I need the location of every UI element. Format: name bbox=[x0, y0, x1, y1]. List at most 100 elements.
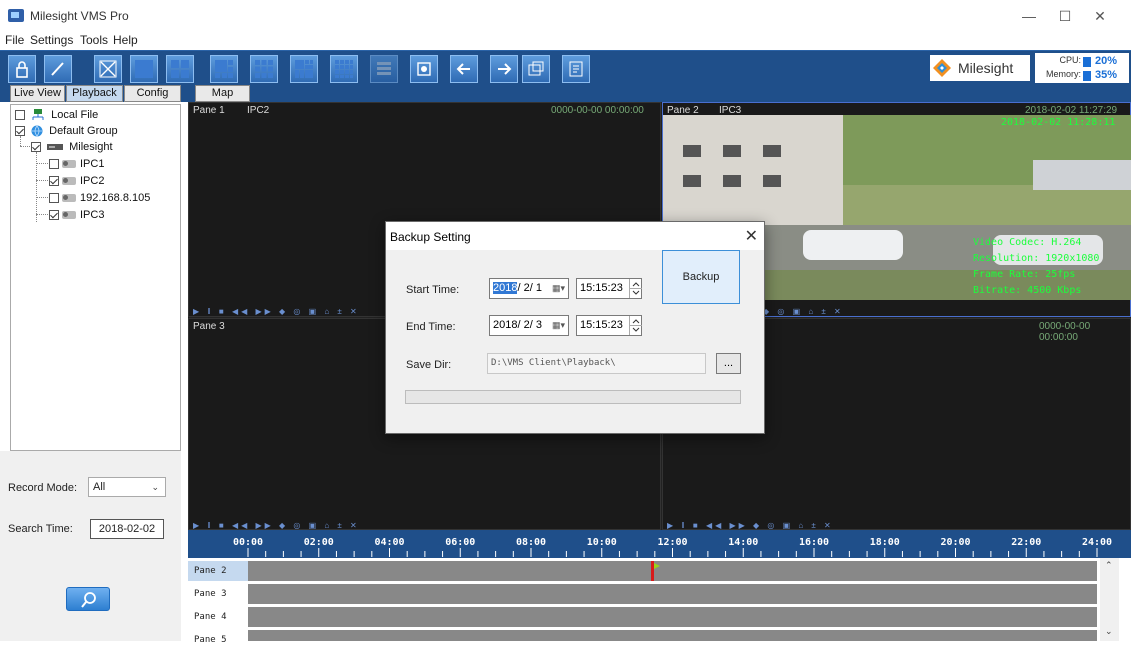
arrow-left-icon bbox=[456, 63, 470, 75]
pane-name: Pane 3 bbox=[193, 321, 225, 332]
tree-connector bbox=[36, 197, 48, 198]
tree-item-default-group[interactable]: Default Group bbox=[15, 125, 118, 137]
ipc2-checkbox[interactable] bbox=[49, 176, 59, 187]
arrow-right-icon bbox=[498, 63, 512, 75]
menu-settings[interactable]: Settings bbox=[30, 33, 73, 47]
close-window-button[interactable]: ✕ bbox=[1085, 6, 1115, 26]
start-date-picker[interactable]: 2018/ 2/ 1 ▦▾ bbox=[489, 278, 569, 299]
tab-playback[interactable]: Playback bbox=[66, 85, 123, 102]
time-tick-label: 24:00 bbox=[1082, 537, 1112, 548]
menu-tools[interactable]: Tools bbox=[80, 33, 108, 47]
tree-item-ipc3[interactable]: IPC3 bbox=[49, 209, 104, 221]
layout-4-button[interactable] bbox=[166, 55, 194, 83]
layout-16-button[interactable] bbox=[330, 55, 358, 83]
toolbar: Milesight CPU: 20% Memory: 35% bbox=[0, 50, 1131, 84]
playback-controls[interactable]: ◆ ◎ ▣ ⌂ ± ✕ bbox=[763, 307, 844, 316]
end-date-picker[interactable]: 2018/ 2/ 3 ▦▾ bbox=[489, 315, 569, 336]
time-tick-label: 20:00 bbox=[940, 537, 970, 548]
ipc3-checkbox[interactable] bbox=[49, 210, 59, 221]
search-panel: Record Mode: All ⌄ Search Time: 2018-02-… bbox=[0, 451, 181, 641]
browse-button[interactable]: ... bbox=[716, 353, 741, 374]
search-button[interactable] bbox=[66, 587, 110, 611]
menu-file[interactable]: File bbox=[5, 33, 24, 47]
camera-icon bbox=[62, 194, 76, 203]
backup-button[interactable]: Backup bbox=[662, 250, 740, 304]
fullscreen-button[interactable] bbox=[94, 55, 122, 83]
timeline-row-bar[interactable] bbox=[248, 584, 1097, 604]
logo-text: Milesight bbox=[958, 60, 1014, 76]
spinner-arrows[interactable] bbox=[629, 279, 642, 298]
device-192-168-8-105-checkbox[interactable] bbox=[49, 193, 59, 204]
lock-button[interactable] bbox=[8, 55, 36, 83]
pane-timestamp: 0000-00-00 00:00:00 bbox=[551, 105, 644, 116]
tree-item-label: IPC1 bbox=[80, 158, 105, 170]
time-tick-label: 18:00 bbox=[870, 537, 900, 548]
playhead-marker[interactable] bbox=[651, 561, 661, 581]
tree-item-milesight[interactable]: Milesight bbox=[31, 141, 113, 153]
time-scale[interactable]: 00:00 02:00 04:00 06:00 08:00 10:00 12:00 14:00… bbox=[188, 530, 1131, 558]
time-tick-label: 10:00 bbox=[587, 537, 617, 548]
nvr-icon bbox=[47, 144, 64, 151]
playback-controls[interactable]: ▶ ‖ ■ ◀◀ ▶▶ ◆ ◎ ▣ ⌂ ± ✕ bbox=[193, 307, 360, 316]
spinner-icon bbox=[630, 319, 642, 332]
tab-config[interactable]: Config bbox=[124, 85, 181, 102]
tree-item-label: Default Group bbox=[49, 125, 118, 137]
previous-button[interactable] bbox=[450, 55, 478, 83]
tree-item-192-168-8-105[interactable]: 192.168.8.105 bbox=[49, 192, 150, 204]
layout-9-button[interactable] bbox=[250, 55, 278, 83]
pen-tool-button[interactable] bbox=[44, 55, 72, 83]
layout-1-button[interactable] bbox=[130, 55, 158, 83]
layout-6-button[interactable] bbox=[210, 55, 238, 83]
start-date-rest: / 2/ 1 bbox=[517, 282, 542, 294]
layout-10-button[interactable] bbox=[290, 55, 318, 83]
search-time-field[interactable]: 2018-02-02 bbox=[90, 519, 164, 539]
custom-layout-button[interactable] bbox=[370, 55, 398, 83]
start-time-spinner[interactable]: 15:15:23 bbox=[576, 278, 642, 299]
minimize-button[interactable]: — bbox=[1014, 6, 1044, 26]
start-time-label: Start Time: bbox=[406, 284, 460, 296]
timeline-row-bar[interactable] bbox=[248, 630, 1097, 641]
time-tick-label: 14:00 bbox=[728, 537, 758, 548]
tree-item-ipc2[interactable]: IPC2 bbox=[49, 175, 104, 187]
timeline-row-label[interactable]: Pane 5 bbox=[188, 630, 248, 650]
tree-connector bbox=[36, 214, 48, 215]
timeline-row-bar[interactable] bbox=[248, 561, 1097, 581]
local-file-checkbox[interactable] bbox=[15, 110, 25, 121]
timeline-row-label[interactable]: Pane 2 bbox=[188, 561, 248, 581]
tree-item-local-file[interactable]: Local File bbox=[15, 109, 98, 121]
maximize-button[interactable]: ☐ bbox=[1050, 6, 1080, 26]
next-button[interactable] bbox=[490, 55, 518, 83]
spinner-icon bbox=[630, 282, 642, 295]
default-group-checkbox[interactable] bbox=[15, 126, 25, 137]
save-dir-field[interactable]: D:\VMS Client\Playback\ bbox=[487, 353, 706, 374]
calendar-dropdown-icon[interactable]: ▦▾ bbox=[552, 316, 565, 335]
scroll-down-icon[interactable]: ⌄ bbox=[1105, 626, 1113, 637]
playback-controls[interactable]: ▶ ‖ ■ ◀◀ ▶▶ ◆ ◎ ▣ ⌂ ± ✕ bbox=[193, 521, 360, 530]
milesight-checkbox[interactable] bbox=[31, 142, 41, 153]
backup-tool-button[interactable] bbox=[562, 55, 590, 83]
spinner-arrows[interactable] bbox=[629, 316, 642, 335]
tab-map[interactable]: Map bbox=[195, 85, 250, 102]
timeline-row-label[interactable]: Pane 4 bbox=[188, 607, 248, 627]
snapshot-button[interactable] bbox=[410, 55, 438, 83]
timeline-row-label[interactable]: Pane 3 bbox=[188, 584, 248, 604]
tree-connector bbox=[20, 136, 21, 146]
memory-bar bbox=[1083, 71, 1091, 81]
ipc1-checkbox[interactable] bbox=[49, 159, 59, 170]
tab-live-view[interactable]: Live View bbox=[10, 85, 65, 102]
export-button[interactable] bbox=[522, 55, 550, 83]
tree-item-ipc1[interactable]: IPC1 bbox=[49, 158, 104, 170]
device-tree: Local File Default Group Milesight IPC1 … bbox=[10, 104, 181, 451]
end-time-value: 15:15:23 bbox=[580, 319, 623, 331]
timeline-scrollbar[interactable]: ⌃ ⌄ bbox=[1100, 558, 1119, 641]
calendar-dropdown-icon[interactable]: ▦▾ bbox=[552, 279, 565, 298]
record-mode-select[interactable]: All ⌄ bbox=[88, 477, 166, 497]
menu-help[interactable]: Help bbox=[113, 33, 138, 47]
scroll-up-icon[interactable]: ⌃ bbox=[1105, 560, 1113, 571]
end-time-spinner[interactable]: 15:15:23 bbox=[576, 315, 642, 336]
playback-controls[interactable]: ▶ ‖ ■ ◀◀ ▶▶ ◆ ◎ ▣ ⌂ ± ✕ bbox=[667, 521, 834, 530]
timeline-row-bar[interactable] bbox=[248, 607, 1097, 627]
lock-icon bbox=[16, 61, 28, 78]
dialog-close-icon[interactable]: ✕ bbox=[745, 226, 758, 246]
camera-icon bbox=[62, 211, 76, 220]
